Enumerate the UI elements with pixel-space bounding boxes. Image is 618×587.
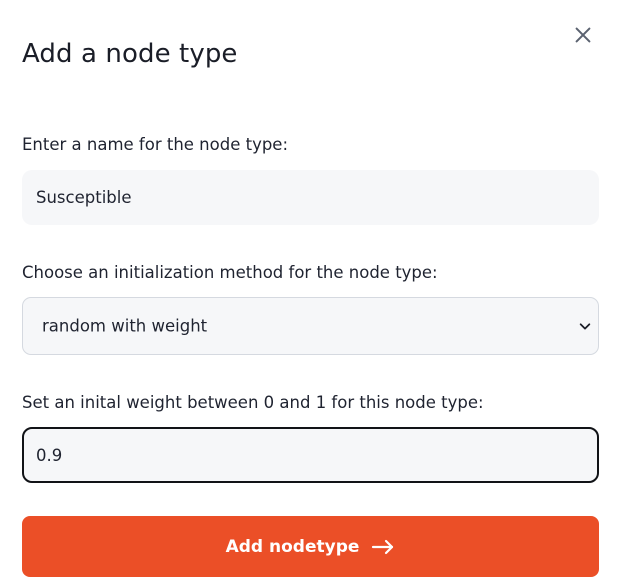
add-nodetype-button[interactable]: Add nodetype bbox=[22, 516, 599, 577]
method-select[interactable]: random with weight bbox=[22, 297, 599, 355]
arrow-right-icon bbox=[372, 539, 394, 554]
dialog-title: Add a node type bbox=[22, 39, 238, 69]
weight-input[interactable] bbox=[22, 427, 599, 483]
weight-label: Set an inital weight between 0 and 1 for… bbox=[22, 393, 484, 412]
chevron-down-icon bbox=[579, 323, 591, 330]
name-input[interactable] bbox=[22, 170, 599, 225]
method-selected-value: random with weight bbox=[42, 316, 208, 336]
close-icon bbox=[575, 27, 591, 43]
close-button[interactable] bbox=[568, 20, 598, 50]
name-label: Enter a name for the node type: bbox=[22, 135, 289, 154]
method-label: Choose an initialization method for the … bbox=[22, 263, 438, 282]
add-nodetype-label: Add nodetype bbox=[225, 536, 360, 557]
add-node-type-dialog: Add a node type Enter a name for the nod… bbox=[0, 0, 618, 587]
